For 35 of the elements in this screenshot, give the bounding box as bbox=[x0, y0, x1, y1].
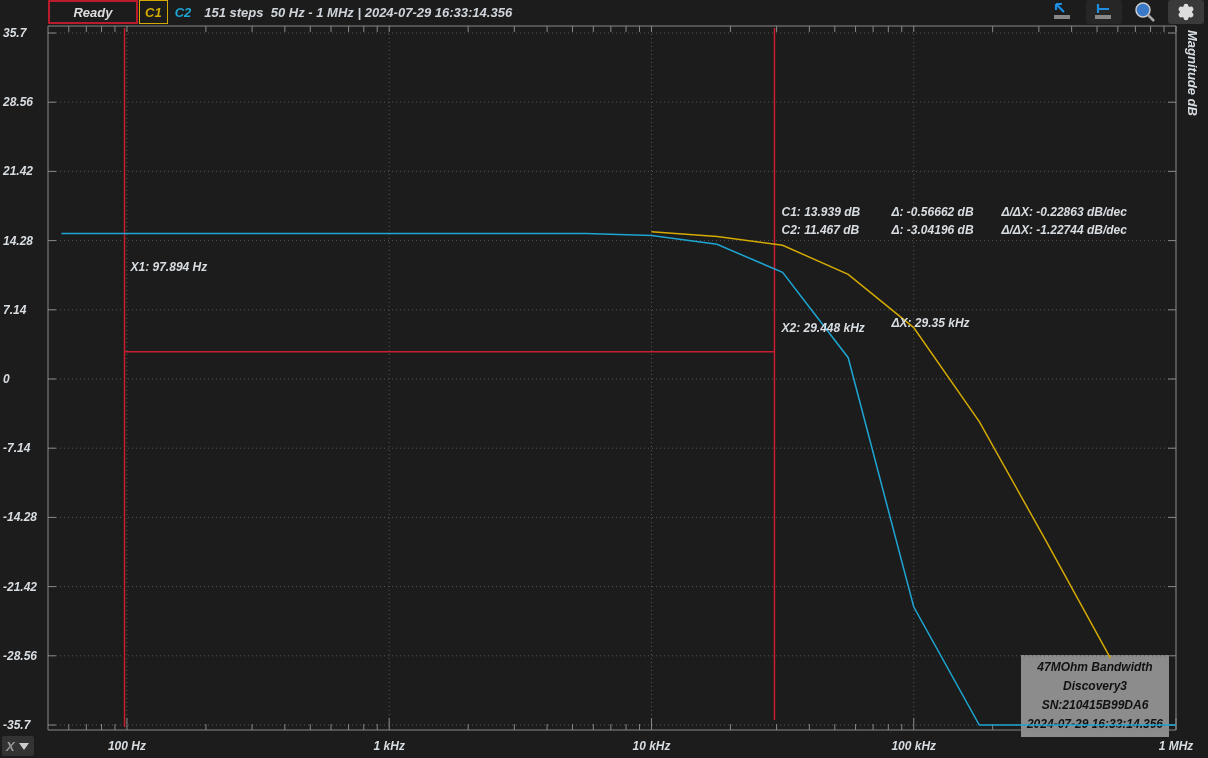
x-tick-label: 100 kHz bbox=[891, 739, 937, 753]
x-tick-label: 1 MHz bbox=[1158, 739, 1194, 753]
cursor-readout: Δ: -3.04196 dB bbox=[891, 223, 974, 237]
y-tick-label: 14.28 bbox=[3, 233, 34, 248]
y-tick-label: 28.56 bbox=[3, 95, 34, 110]
y-tick-label: -14.28 bbox=[3, 510, 38, 525]
settings-icon[interactable] bbox=[1168, 0, 1204, 24]
device-info-line: SN:210415B99DA6 bbox=[1040, 697, 1150, 714]
y-tick-label: 21.42 bbox=[3, 164, 34, 179]
cursor-readout: Δ: -0.56662 dB bbox=[891, 205, 974, 219]
channel-tab[interactable]: C1 bbox=[139, 0, 168, 24]
y-axis-title: Magnitude dB bbox=[1185, 30, 1200, 116]
delta-x-readout: ΔX: 29.35 kHz bbox=[891, 316, 970, 330]
cursor-readout: C1: 13.939 dB bbox=[781, 205, 861, 219]
cursor-label: X1: 97.894 Hz bbox=[130, 260, 208, 274]
caret-icon bbox=[18, 742, 29, 750]
y-tick-label: -7.14 bbox=[3, 441, 31, 456]
device-info-line: 47MOhm Bandwidth bbox=[1036, 659, 1154, 676]
x-tick-label: 10 kHz bbox=[632, 739, 671, 753]
y-tick-label: 0 bbox=[3, 372, 10, 386]
sweep-info: 151 steps 50 Hz - 1 MHz | 2024-07-29 16:33:14.356 bbox=[204, 3, 513, 22]
x-tick-label: 1 kHz bbox=[373, 739, 405, 753]
cursor-readout: C2: 11.467 dB bbox=[781, 223, 860, 237]
y-tick-label: 35.7 bbox=[3, 26, 27, 40]
cursor-readout: Δ/ΔX: -1.22744 dB/dec bbox=[1001, 223, 1127, 237]
axis-dropdown[interactable]: X bbox=[2, 736, 34, 756]
y-tick-label: -35.7 bbox=[3, 718, 31, 732]
x-tick-label: 100 Hz bbox=[107, 739, 146, 753]
y-tick-label: -21.42 bbox=[3, 579, 38, 594]
y-tick-label: 7.14 bbox=[3, 302, 27, 317]
cursor-readout: Δ/ΔX: -0.22863 dB/dec bbox=[1001, 205, 1127, 219]
device-info-line: Discovery3 bbox=[1061, 678, 1128, 695]
status-indicator: Ready bbox=[48, 0, 138, 24]
y-tick-label: -28.56 bbox=[3, 648, 38, 663]
channel-tab[interactable]: C2 bbox=[168, 0, 198, 24]
